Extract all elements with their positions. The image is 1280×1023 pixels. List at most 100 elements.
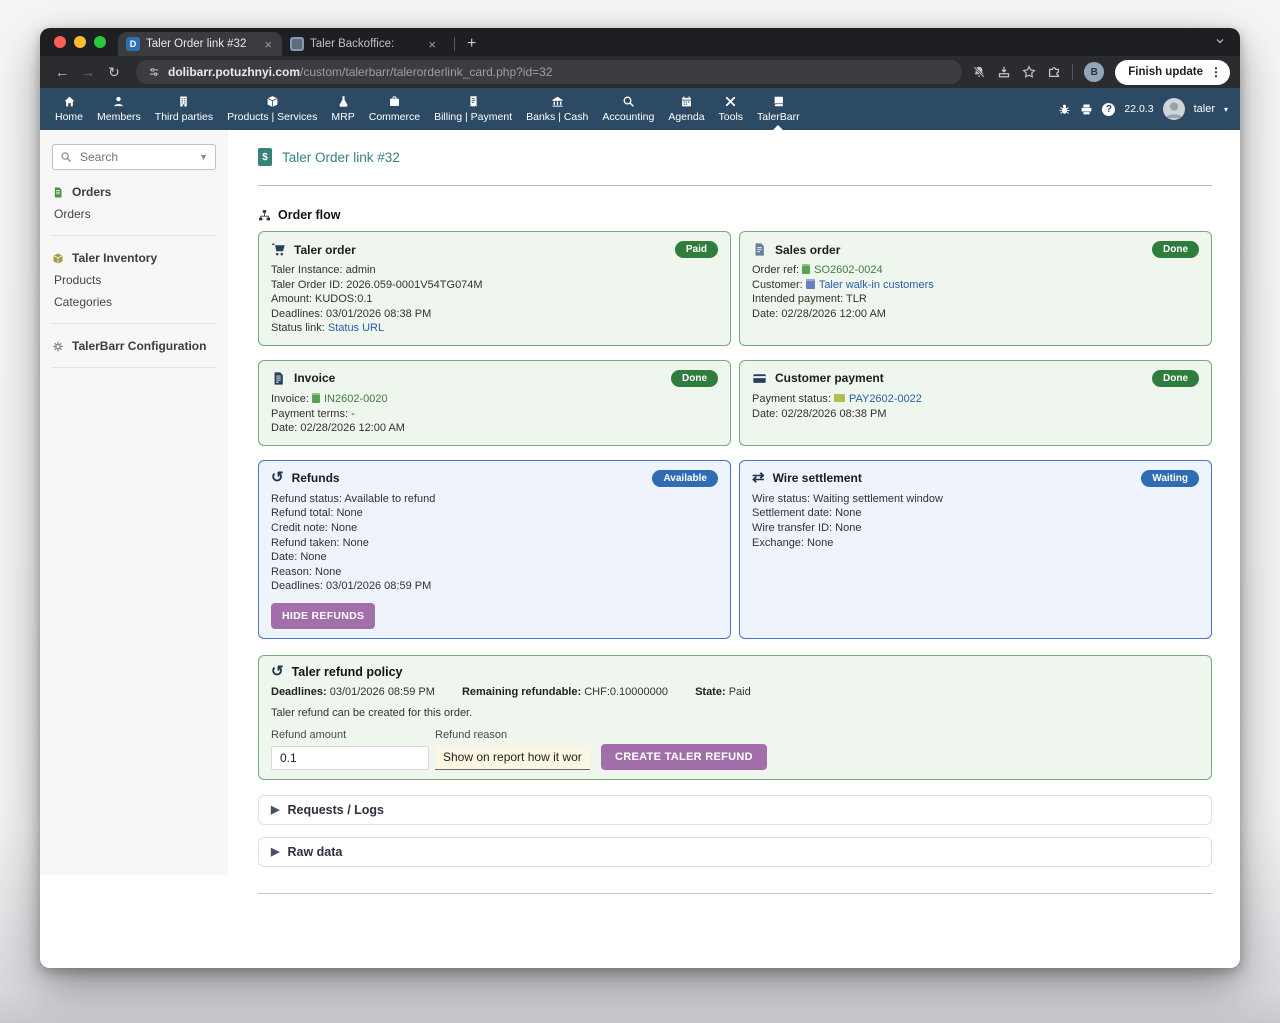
card-line: Refund total: None [271, 506, 718, 521]
sidebar-item-categories[interactable]: Categories [52, 291, 216, 313]
wire-settlement-card: ⇄ Wire settlement Waiting Wire status: W… [739, 460, 1212, 639]
card-line: Taler Instance: admin [271, 263, 718, 278]
menu-billing-payment[interactable]: Billing | Payment [427, 88, 519, 130]
menu-accounting[interactable]: Accounting [595, 88, 661, 130]
maximize-window-button[interactable] [94, 36, 106, 48]
briefcase-icon [388, 95, 401, 108]
status-badge: Paid [675, 241, 718, 258]
browser-profile-avatar[interactable]: B [1084, 62, 1104, 82]
sidebar-search[interactable]: ▼ [52, 144, 216, 170]
close-tab-icon[interactable]: × [262, 38, 274, 51]
status-badge: Done [1152, 370, 1199, 387]
card-title: Sales order [775, 243, 840, 257]
close-tab-icon[interactable]: × [426, 38, 438, 51]
card-line: Taler Order ID: 2026.059-0001V54TG074M [271, 278, 718, 293]
sidebar-group-orders: Orders Orders [52, 170, 216, 236]
status-url-link[interactable]: Status URL [328, 322, 384, 334]
finish-update-button[interactable]: Finish update⋮ [1115, 60, 1230, 85]
menu-talerbarr[interactable]: TalerBarr [750, 88, 807, 130]
menu-mrp[interactable]: MRP [324, 88, 361, 130]
invoice-card: Invoice Done Invoice: IN2602-0020 Paymen… [258, 360, 731, 446]
card-line: Date: 02/28/2026 08:38 PM [752, 407, 1199, 422]
printer-icon[interactable] [1080, 103, 1093, 116]
sidebar-title-orders[interactable]: Orders [52, 181, 216, 203]
card-line: Amount: KUDOS:0.1 [271, 292, 718, 307]
url-bar[interactable]: dolibarr.potuzhnyi.com/custom/talerbarr/… [136, 60, 962, 84]
user-menu-chevron-icon[interactable]: ▾ [1224, 105, 1228, 114]
main-menu: Home Members Third parties Products | Se… [48, 88, 807, 130]
sales-order-ref-link[interactable]: SO2602-0024 [814, 264, 883, 276]
requests-logs-section[interactable]: ▶ Requests / Logs [258, 795, 1212, 825]
calendar-icon [680, 95, 693, 108]
forward-button[interactable]: → [76, 64, 100, 80]
refund-reason-input[interactable] [435, 746, 590, 770]
bug-report-icon[interactable] [1058, 103, 1071, 116]
menu-members[interactable]: Members [90, 88, 148, 130]
payment-ref-link[interactable]: PAY2602-0022 [849, 393, 922, 405]
search-input[interactable] [78, 149, 193, 165]
menu-commerce[interactable]: Commerce [362, 88, 427, 130]
card-title: Taler order [294, 243, 356, 257]
extensions-icon[interactable] [1047, 65, 1061, 79]
minimize-window-button[interactable] [74, 36, 86, 48]
menu-tools[interactable]: Tools [712, 88, 751, 130]
notifications-blocked-icon[interactable] [972, 65, 986, 79]
sidebar-item-products[interactable]: Products [52, 269, 216, 291]
window-controls [40, 36, 118, 56]
policy-note: Taler refund can be created for this ord… [271, 707, 1199, 719]
sidebar-title-taler-inventory[interactable]: Taler Inventory [52, 247, 216, 269]
refund-amount-input[interactable] [271, 746, 429, 770]
create-taler-refund-button[interactable]: CREATE TALER REFUND [601, 744, 767, 770]
sales-order-card: Sales order Done Order ref: SO2602-0024 … [739, 231, 1212, 346]
raw-data-section[interactable]: ▶ Raw data [258, 837, 1212, 867]
toolbar-actions: B Finish update⋮ [972, 60, 1230, 85]
user-avatar[interactable] [1163, 98, 1185, 120]
bill-icon [467, 95, 480, 108]
site-settings-icon[interactable] [148, 66, 160, 78]
undo-icon: ↺ [271, 665, 284, 679]
search-caret-icon[interactable]: ▼ [199, 152, 208, 162]
help-icon[interactable]: ? [1102, 103, 1115, 116]
new-tab-button[interactable]: + [463, 36, 480, 52]
green-document-icon [52, 186, 64, 199]
magnifier-icon [622, 95, 635, 108]
close-window-button[interactable] [54, 36, 66, 48]
menu-third-parties[interactable]: Third parties [148, 88, 220, 130]
chevron-down-icon[interactable] [1214, 34, 1226, 52]
policy-stats: Deadlines: 03/01/2026 08:59 PM Remaining… [271, 686, 1199, 698]
customer-link[interactable]: Taler walk-in customers [819, 279, 934, 291]
status-badge: Available [652, 470, 718, 487]
menu-home[interactable]: Home [48, 88, 90, 130]
sidebar-group-configuration: TalerBarr Configuration [52, 324, 216, 368]
menu-banks-cash[interactable]: Banks | Cash [519, 88, 595, 130]
reload-button[interactable]: ↻ [102, 64, 126, 81]
page-header: $ Taler Order link #32 [258, 148, 1212, 166]
card-line: Deadlines: 03/01/2026 08:38 PM [271, 307, 718, 322]
card-line: Deadlines: 03/01/2026 08:59 PM [271, 579, 718, 594]
menu-products-services[interactable]: Products | Services [220, 88, 324, 130]
sidebar-title-talerbarr-configuration[interactable]: TalerBarr Configuration [52, 335, 216, 357]
tab-strip: D Taler Order link #32 × Taler Backoffic… [40, 28, 1240, 56]
version-label: 22.0.3 [1124, 103, 1153, 115]
file-icon [752, 242, 767, 257]
card-title: Refunds [292, 471, 340, 485]
cube-icon [52, 252, 64, 265]
install-app-icon[interactable] [997, 65, 1011, 79]
sidebar-item-orders[interactable]: Orders [52, 203, 216, 225]
sidebar: ▼ Orders Orders Taler Inventory Products… [40, 130, 228, 875]
username-label[interactable]: taler [1194, 103, 1215, 115]
cube-icon [266, 95, 279, 108]
hide-refunds-button[interactable]: HIDE REFUNDS [271, 603, 375, 629]
card-line: Payment status: PAY2602-0022 [752, 392, 1199, 407]
more-menu-icon[interactable]: ⋮ [1210, 65, 1224, 79]
tab-taler-order-link[interactable]: D Taler Order link #32 × [118, 32, 282, 56]
menu-agenda[interactable]: Agenda [661, 88, 711, 130]
main-panel: $ Taler Order link #32 Order flow Taler … [228, 130, 1240, 968]
tab-taler-backoffice[interactable]: Taler Backoffice: × [282, 32, 446, 56]
home-icon [63, 95, 76, 108]
back-button[interactable]: ← [50, 64, 74, 80]
undo-icon: ↺ [271, 471, 284, 485]
backoffice-favicon [290, 37, 304, 51]
bookmark-star-icon[interactable] [1022, 65, 1036, 79]
invoice-ref-link[interactable]: IN2602-0020 [324, 393, 388, 405]
